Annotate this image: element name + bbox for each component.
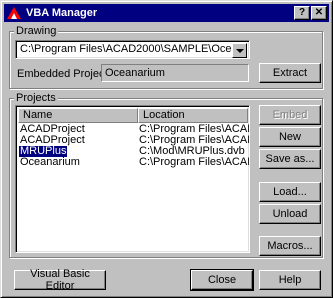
extract-button[interactable]: Extract [259,63,321,83]
unload-button[interactable]: Unload [259,204,321,224]
projects-listview[interactable]: Name Location ACADProject C:\Program Fil… [15,105,250,253]
embed-button[interactable]: Embed [259,105,321,125]
save-as-button[interactable]: Save as... [259,149,321,169]
close-window-button[interactable]: ✕ [311,6,327,20]
autocad-app-icon [6,6,22,20]
drawing-combobox[interactable]: C:\Program Files\ACAD2000\SAMPLE\Oceanar… [15,40,250,59]
column-header-location[interactable]: Location [138,108,248,123]
close-button[interactable]: Close [190,269,254,291]
embedded-project-field: Oceanarium [101,64,249,82]
column-header-name[interactable]: Name [18,108,138,123]
embedded-project-label: Embedded Project: [17,68,111,80]
help-button[interactable]: Help [259,270,321,290]
window-title: VBA Manager [26,7,98,19]
drawing-combobox-value: C:\Program Files\ACAD2000\SAMPLE\Oceanar… [20,43,240,55]
title-bar[interactable]: VBA Manager ? ✕ [4,4,329,22]
vba-manager-dialog: VBA Manager ? ✕ Drawing C:\Program Files… [0,0,333,298]
new-button[interactable]: New [259,127,321,147]
drawing-group-label: Drawing [14,25,59,37]
load-button[interactable]: Load... [259,182,321,202]
projects-group-label: Projects [14,92,58,104]
chevron-down-icon[interactable] [232,43,247,58]
visual-basic-editor-button[interactable]: Visual Basic Editor [14,268,106,292]
list-item[interactable]: Oceanarium C:\Program Files\ACAD20... [18,157,249,168]
macros-button[interactable]: Macros... [259,236,321,256]
help-question-button[interactable]: ? [294,6,310,20]
